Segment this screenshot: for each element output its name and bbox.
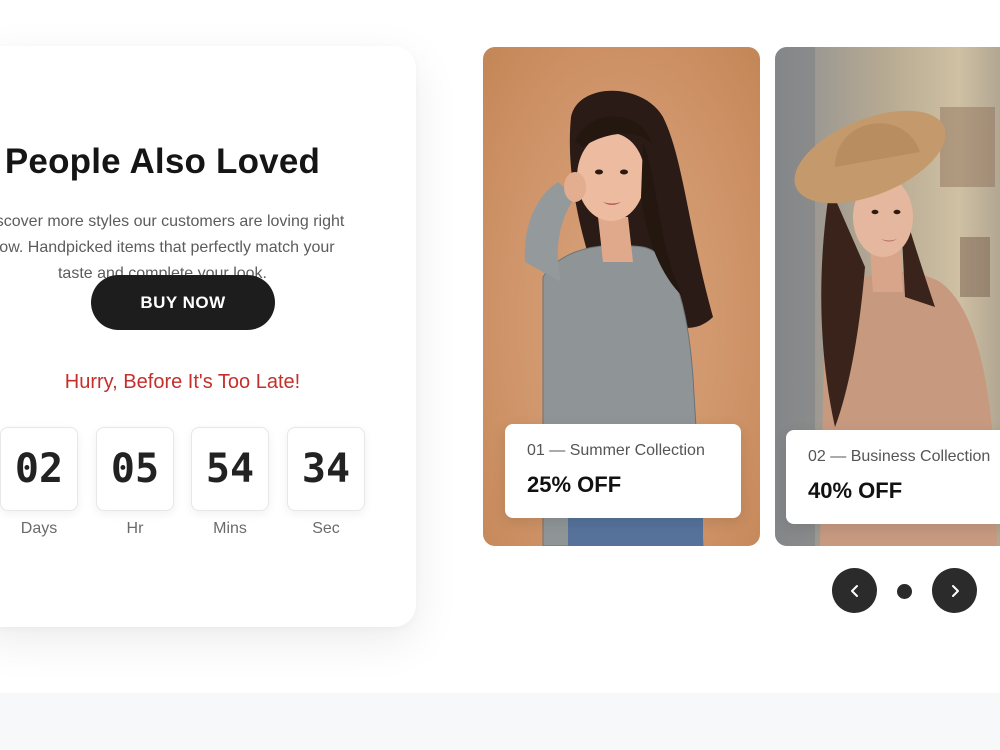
countdown-minutes-label: Mins <box>213 520 247 537</box>
countdown-seconds-value: 34 <box>287 427 365 511</box>
urgency-text: Hurry, Before It's Too Late! <box>64 371 301 393</box>
buy-now-button[interactable]: BUY NOW <box>91 275 275 330</box>
promo-title: People Also Loved <box>4 142 321 181</box>
product-subtitle: 01 — Summer Collection <box>527 442 705 459</box>
footer-band <box>0 693 1000 750</box>
countdown-days-value: 02 <box>0 427 78 511</box>
countdown-seconds-label: Sec <box>312 520 340 537</box>
countdown-days-label: Days <box>20 520 58 537</box>
chevron-right-icon <box>951 584 959 597</box>
product-discount: 25% OFF <box>527 472 622 497</box>
product-info-business[interactable]: 02 — Business Collection 40% OFF <box>786 430 1000 524</box>
countdown-minutes-value: 54 <box>191 427 269 511</box>
carousel-dot[interactable] <box>897 584 912 599</box>
countdown-hours-value: 05 <box>96 427 174 511</box>
carousel-prev-button[interactable] <box>832 568 877 613</box>
countdown-hours-label: Hr <box>126 520 144 537</box>
chevron-left-icon <box>850 584 858 597</box>
product-subtitle: 02 — Business Collection <box>808 448 991 465</box>
product-info-summer[interactable]: 01 — Summer Collection 25% OFF <box>505 424 741 518</box>
promo-card: People Also Loved Discover more styles o… <box>0 46 416 627</box>
carousel-next-button[interactable] <box>932 568 977 613</box>
product-discount: 40% OFF <box>808 478 903 503</box>
